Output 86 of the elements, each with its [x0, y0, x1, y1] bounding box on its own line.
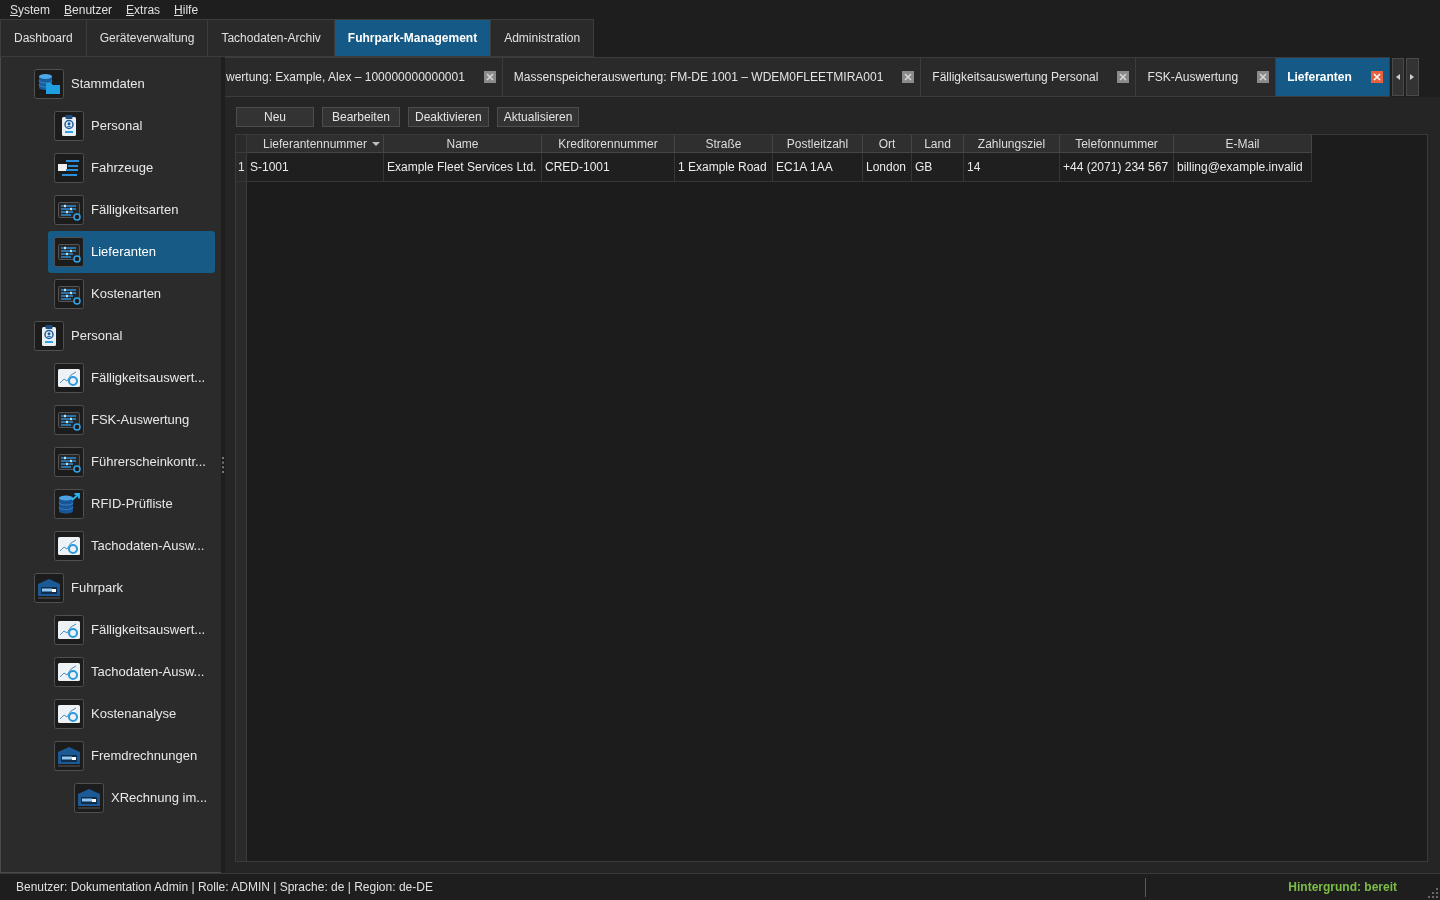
tree-item[interactable]: Kostenarten: [48, 273, 215, 315]
menu-item[interactable]: System: [10, 0, 51, 19]
tree-item[interactable]: Fremdrechnungen: [48, 735, 215, 777]
resize-grip-icon[interactable]: [1428, 888, 1438, 898]
table-cell: billing@example.invalid: [1174, 153, 1312, 182]
scroll-right-button[interactable]: [1405, 58, 1419, 96]
table-cell: GB: [912, 153, 964, 182]
module-tab[interactable]: Geräteverwaltung: [85, 19, 209, 57]
garage-truck-icon: [74, 783, 104, 813]
close-icon[interactable]: [1370, 71, 1383, 83]
column-header[interactable]: Straße: [675, 135, 773, 153]
table-cell: +44 (2071) 234 567: [1060, 153, 1174, 182]
chart-magnifier-icon: [54, 363, 84, 393]
scroll-left-button[interactable]: [1391, 58, 1404, 96]
column-header[interactable]: E-Mail: [1174, 135, 1312, 153]
column-header[interactable]: Land: [912, 135, 964, 153]
close-icon[interactable]: [1257, 71, 1270, 83]
close-icon[interactable]: [1117, 71, 1130, 83]
menu-item[interactable]: Benutzer: [64, 0, 113, 19]
tree-item[interactable]: Stammdaten: [28, 63, 215, 105]
module-tab[interactable]: Dashboard: [0, 19, 87, 57]
module-tab[interactable]: Tachodaten-Archiv: [207, 19, 335, 57]
sliders-icon: [54, 279, 84, 309]
table-cell: Example Fleet Services Ltd.: [384, 153, 542, 182]
tree-item[interactable]: Lieferanten: [48, 231, 215, 273]
column-header[interactable]: Kreditorennummer: [542, 135, 675, 153]
table-cell: CRED-1001: [542, 153, 675, 182]
tree-item[interactable]: XRechnung im...: [68, 777, 215, 819]
table-cell: 1 Example Road: [675, 153, 773, 182]
sliders-icon: [54, 405, 84, 435]
column-header[interactable]: Ort: [863, 135, 912, 153]
id-badge-icon: [34, 321, 64, 351]
tree-item[interactable]: Tachodaten-Ausw...: [48, 651, 215, 693]
tree-item[interactable]: Fälligkeitsauswert...: [48, 357, 215, 399]
database-folder-icon: [34, 69, 64, 99]
chart-magnifier-icon: [54, 657, 84, 687]
row-number: 1: [238, 159, 245, 176]
toolbar-button[interactable]: Deaktivieren: [408, 107, 489, 127]
garage-truck-icon: [54, 741, 84, 771]
tree-item[interactable]: Kostenanalyse: [48, 693, 215, 735]
table-cell: 14: [964, 153, 1060, 182]
document-tab[interactable]: Lieferanten: [1276, 57, 1390, 97]
tree-item[interactable]: RFID-Prüfliste: [48, 483, 215, 525]
tree-item[interactable]: FSK-Auswertung: [48, 399, 215, 441]
toolbar-button[interactable]: Bearbeiten: [322, 107, 400, 127]
document-tab[interactable]: FSK-Auswertung: [1136, 57, 1277, 97]
menu-item[interactable]: Hilfe: [174, 0, 199, 19]
sliders-icon: [54, 447, 84, 477]
close-icon[interactable]: [483, 71, 496, 83]
tree-item[interactable]: Personal: [28, 315, 215, 357]
id-badge-icon: [54, 111, 84, 141]
table-cell: S-1001: [247, 153, 384, 182]
table-cell: London: [863, 153, 912, 182]
document-tab[interactable]: Massenspeicherauswertung: FM-DE 1001 – WDEM0FLEETMIRA001: [502, 57, 922, 97]
tree-item[interactable]: Personal: [48, 105, 215, 147]
document-tab[interactable]: wertung: Example, Alex – 100000000000001: [225, 57, 503, 97]
tree-item[interactable]: Tachodaten-Ausw...: [48, 525, 215, 567]
tree-item[interactable]: Fälligkeitsauswert...: [48, 609, 215, 651]
background-status: Hintergrund: bereit: [1288, 879, 1397, 896]
chart-magnifier-icon: [54, 531, 84, 561]
sliders-icon: [54, 237, 84, 267]
toolbar-button[interactable]: Neu: [236, 107, 314, 127]
tree-item[interactable]: Fuhrpark: [28, 567, 215, 609]
close-icon[interactable]: [902, 71, 915, 83]
column-header[interactable]: Lieferantennummer: [247, 135, 384, 153]
tree-item[interactable]: Führerscheinkontr...: [48, 441, 215, 483]
garage-truck-icon: [34, 573, 64, 603]
status-text: Benutzer: Dokumentation Admin | Rolle: ADMIN | Sprache: de | Region: de-DE: [16, 879, 433, 896]
tree-item[interactable]: Fahrzeuge: [48, 147, 215, 189]
document-tab[interactable]: Fälligkeitsauswertung Personal: [921, 57, 1137, 97]
screen-bars-icon: [54, 153, 84, 183]
toolbar-button[interactable]: Aktualisieren: [496, 107, 580, 127]
menu-item[interactable]: Extras: [126, 0, 161, 19]
column-header[interactable]: Telefonnummer: [1060, 135, 1174, 153]
chart-magnifier-icon: [54, 615, 84, 645]
module-tab[interactable]: Fuhrpark-Management: [333, 19, 492, 57]
caret-left-icon: [1395, 74, 1400, 80]
sliders-icon: [54, 195, 84, 225]
column-header[interactable]: Name: [384, 135, 542, 153]
chart-magnifier-icon: [54, 699, 84, 729]
table-cell: EC1A 1AA: [773, 153, 863, 182]
column-header[interactable]: Postleitzahl: [773, 135, 863, 153]
tree-item[interactable]: Fälligkeitsarten: [48, 189, 215, 231]
caret-right-icon: [1410, 74, 1415, 80]
column-header[interactable]: Zahlungsziel: [964, 135, 1060, 153]
module-tab[interactable]: Administration: [490, 19, 595, 57]
